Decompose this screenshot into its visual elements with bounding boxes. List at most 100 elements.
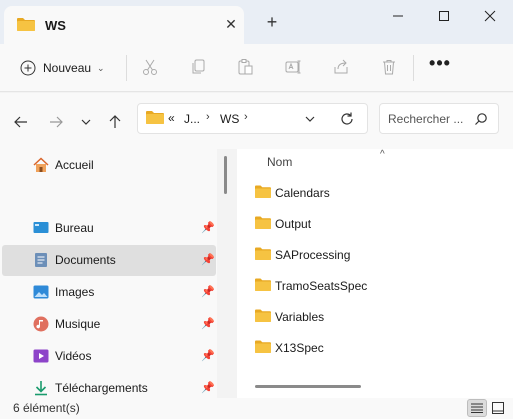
- sort-indicator: ^: [380, 149, 385, 160]
- plus-circle-icon: [20, 60, 36, 76]
- breadcrumb-separator[interactable]: ›: [244, 111, 248, 123]
- chevron-down-icon: [81, 119, 91, 125]
- sidebar-item-musique[interactable]: Musique 📌: [2, 309, 216, 340]
- new-button-label: Nouveau: [43, 61, 92, 75]
- sidebar-item-label: Documents: [55, 253, 116, 267]
- pin-icon[interactable]: 📌: [201, 221, 215, 234]
- arrow-left-icon: [14, 116, 27, 128]
- status-bar: 6 élément(s): [0, 398, 513, 419]
- tab-ws[interactable]: WS ✕: [4, 6, 244, 44]
- recent-locations-button[interactable]: [75, 111, 97, 133]
- horizontal-scrollbar[interactable]: [255, 385, 361, 388]
- refresh-button[interactable]: [339, 111, 355, 130]
- pin-icon[interactable]: 📌: [201, 349, 215, 362]
- maximize-icon: [439, 11, 449, 21]
- sidebar-item-bureau[interactable]: Bureau 📌: [2, 213, 216, 244]
- folder-icon: [255, 309, 271, 325]
- minimize-icon: [393, 15, 403, 17]
- list-item[interactable]: TramoSeatsSpec: [237, 271, 513, 302]
- pin-icon[interactable]: 📌: [201, 285, 215, 298]
- breadcrumb-overflow[interactable]: «: [168, 111, 175, 125]
- list-item[interactable]: SAProcessing: [237, 240, 513, 271]
- folder-icon: [255, 247, 271, 263]
- paste-icon[interactable]: [234, 56, 256, 78]
- column-header-name[interactable]: Nom: [267, 155, 292, 169]
- details-view-icon: [471, 403, 483, 413]
- rename-icon[interactable]: [282, 56, 304, 78]
- new-tab-button[interactable]: +: [262, 12, 282, 32]
- sidebar-item-accueil[interactable]: Accueil: [2, 150, 216, 181]
- navigation-scrollbar[interactable]: [224, 156, 227, 194]
- list-item[interactable]: X13Spec: [237, 333, 513, 364]
- arrow-right-icon: [50, 116, 63, 128]
- toolbar-divider: [413, 55, 414, 81]
- folder-icon: [255, 278, 271, 294]
- tab-close-button[interactable]: ✕: [222, 15, 240, 33]
- close-icon: [484, 10, 496, 22]
- sidebar-item-label: Images: [55, 285, 95, 299]
- back-button[interactable]: [10, 111, 32, 133]
- desktop-icon: [33, 220, 49, 236]
- file-name: Calendars: [275, 186, 330, 200]
- sidebar-item-label: Vidéos: [55, 349, 92, 363]
- toolbar-divider: [126, 55, 127, 81]
- list-item[interactable]: Output: [237, 209, 513, 240]
- tiles-view-button[interactable]: [488, 399, 508, 417]
- sidebar-item-label: Musique: [55, 317, 101, 331]
- sidebar-item-images[interactable]: Images 📌: [2, 277, 216, 308]
- list-item[interactable]: Variables: [237, 302, 513, 333]
- cut-icon[interactable]: [139, 56, 161, 78]
- delete-icon[interactable]: [378, 56, 400, 78]
- address-dropdown-button[interactable]: [304, 113, 316, 128]
- pin-icon[interactable]: 📌: [201, 317, 215, 330]
- file-name: X13Spec: [275, 341, 324, 355]
- up-button[interactable]: [104, 111, 126, 133]
- pin-icon[interactable]: 📌: [201, 253, 215, 266]
- sidebar-item-label: Bureau: [55, 221, 94, 235]
- sidebar-item-label: Accueil: [55, 158, 94, 172]
- arrow-up-icon: [109, 115, 121, 128]
- tab-title: WS: [45, 18, 66, 33]
- tiles-view-icon: [492, 402, 504, 414]
- command-bar: Nouveau ⌄ •••: [0, 44, 513, 92]
- folder-icon: [17, 17, 35, 34]
- breadcrumb-item[interactable]: WS: [220, 112, 239, 126]
- file-name: Variables: [275, 310, 325, 324]
- list-item[interactable]: Calendars: [237, 178, 513, 209]
- file-name: SAProcessing: [275, 248, 351, 262]
- item-count: 6 élément(s): [13, 401, 80, 415]
- more-options-button[interactable]: •••: [428, 54, 452, 78]
- folder-icon: [255, 340, 271, 356]
- chevron-down-icon: [305, 116, 315, 122]
- folder-icon: [146, 110, 164, 127]
- music-icon: [33, 316, 49, 332]
- videos-icon: [33, 348, 49, 364]
- sidebar-item-documents[interactable]: Documents 📌: [2, 245, 216, 276]
- share-icon[interactable]: [330, 56, 352, 78]
- chevron-down-icon: ⌄: [97, 62, 105, 73]
- breadcrumb-separator[interactable]: ›: [206, 111, 210, 123]
- sidebar-item-videos[interactable]: Vidéos 📌: [2, 341, 216, 372]
- details-view-button[interactable]: [467, 399, 487, 417]
- address-row: « J... › WS ›: [0, 93, 513, 149]
- sidebar-item-label: Téléchargements: [55, 381, 148, 395]
- close-button[interactable]: [467, 0, 513, 32]
- pictures-icon: [33, 284, 49, 300]
- home-icon: [33, 157, 49, 173]
- forward-button[interactable]: [45, 111, 67, 133]
- file-name: TramoSeatsSpec: [275, 279, 368, 293]
- search-box[interactable]: [379, 103, 499, 134]
- maximize-button[interactable]: [421, 0, 467, 32]
- search-input[interactable]: [388, 111, 468, 127]
- new-button[interactable]: Nouveau ⌄: [12, 52, 124, 84]
- copy-icon[interactable]: [187, 56, 209, 78]
- title-bar: WS ✕ +: [0, 0, 513, 44]
- documents-icon: [33, 252, 49, 268]
- breadcrumb-item[interactable]: J...: [184, 112, 200, 126]
- search-icon[interactable]: [474, 112, 488, 129]
- pin-icon[interactable]: 📌: [201, 381, 215, 394]
- folder-icon: [255, 185, 271, 201]
- navigation-pane: Accueil Bureau 📌 Documents 📌 Images 📌 Mu…: [0, 149, 217, 398]
- minimize-button[interactable]: [375, 0, 421, 32]
- address-bar[interactable]: « J... › WS ›: [137, 103, 368, 134]
